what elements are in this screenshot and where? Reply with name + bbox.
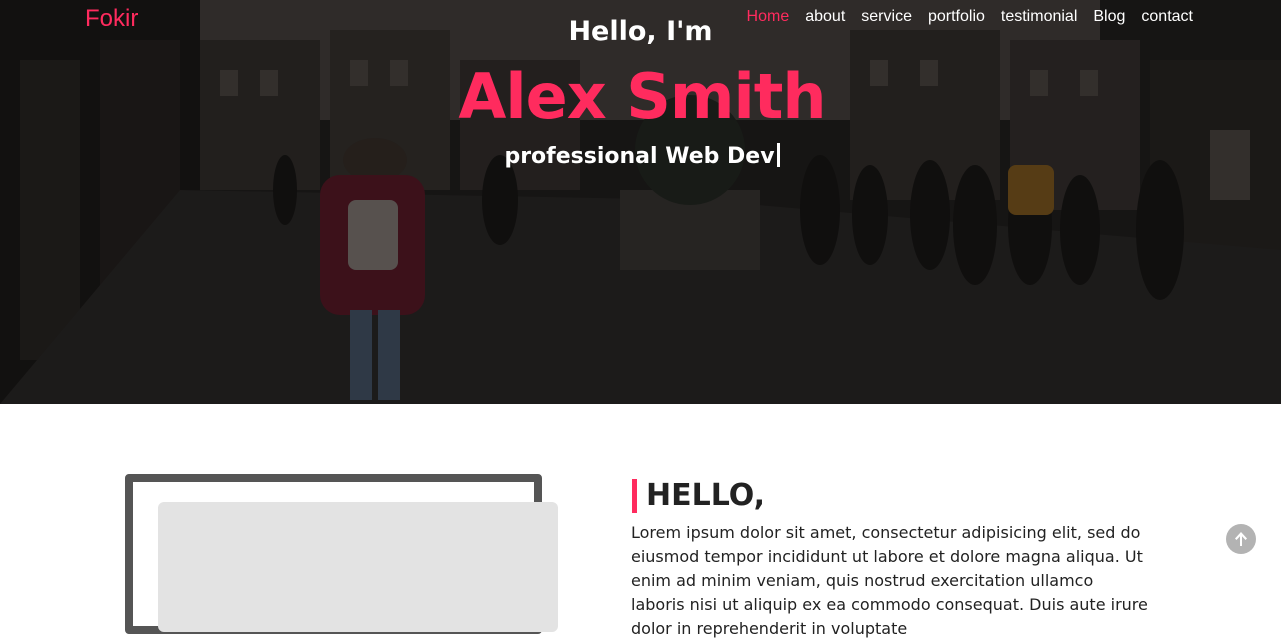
heading-accent-bar	[632, 478, 637, 513]
about-paragraph: Lorem ipsum dolor sit amet, consectetur …	[631, 523, 1148, 638]
arrow-up-icon	[1235, 532, 1247, 546]
about-heading: HELLO,	[632, 478, 765, 513]
hero-greeting: Hello, I'm	[568, 16, 713, 47]
about-title: HELLO,	[646, 478, 766, 513]
hero-role-text: professional Web Dev	[504, 144, 775, 169]
scroll-to-top-button[interactable]	[1226, 524, 1256, 554]
about-image	[158, 502, 558, 632]
hero-section: Fokir Home about service portfolio testi…	[0, 0, 1281, 404]
typing-caret	[776, 143, 780, 167]
hero-name: Alex Smith	[458, 60, 826, 133]
hero-role: professional Web Dev	[0, 143, 1281, 169]
